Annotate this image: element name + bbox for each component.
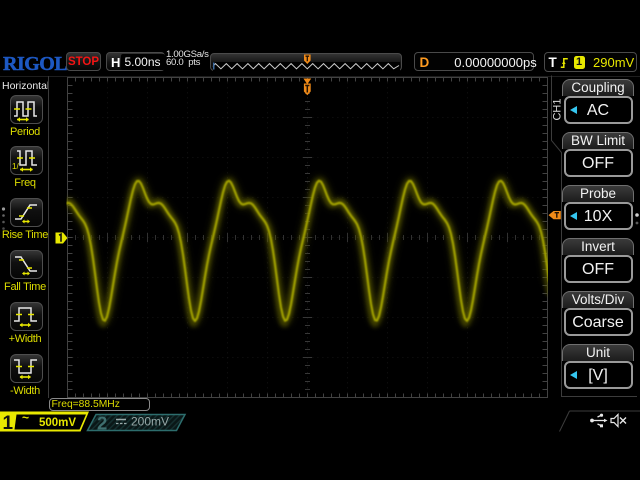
svg-text:~: ~ bbox=[22, 411, 29, 425]
svg-text:2: 2 bbox=[97, 413, 107, 434]
svg-text:200mV: 200mV bbox=[131, 415, 169, 429]
svg-text:500mV: 500mV bbox=[39, 417, 76, 429]
svg-text:1: 1 bbox=[3, 413, 14, 434]
